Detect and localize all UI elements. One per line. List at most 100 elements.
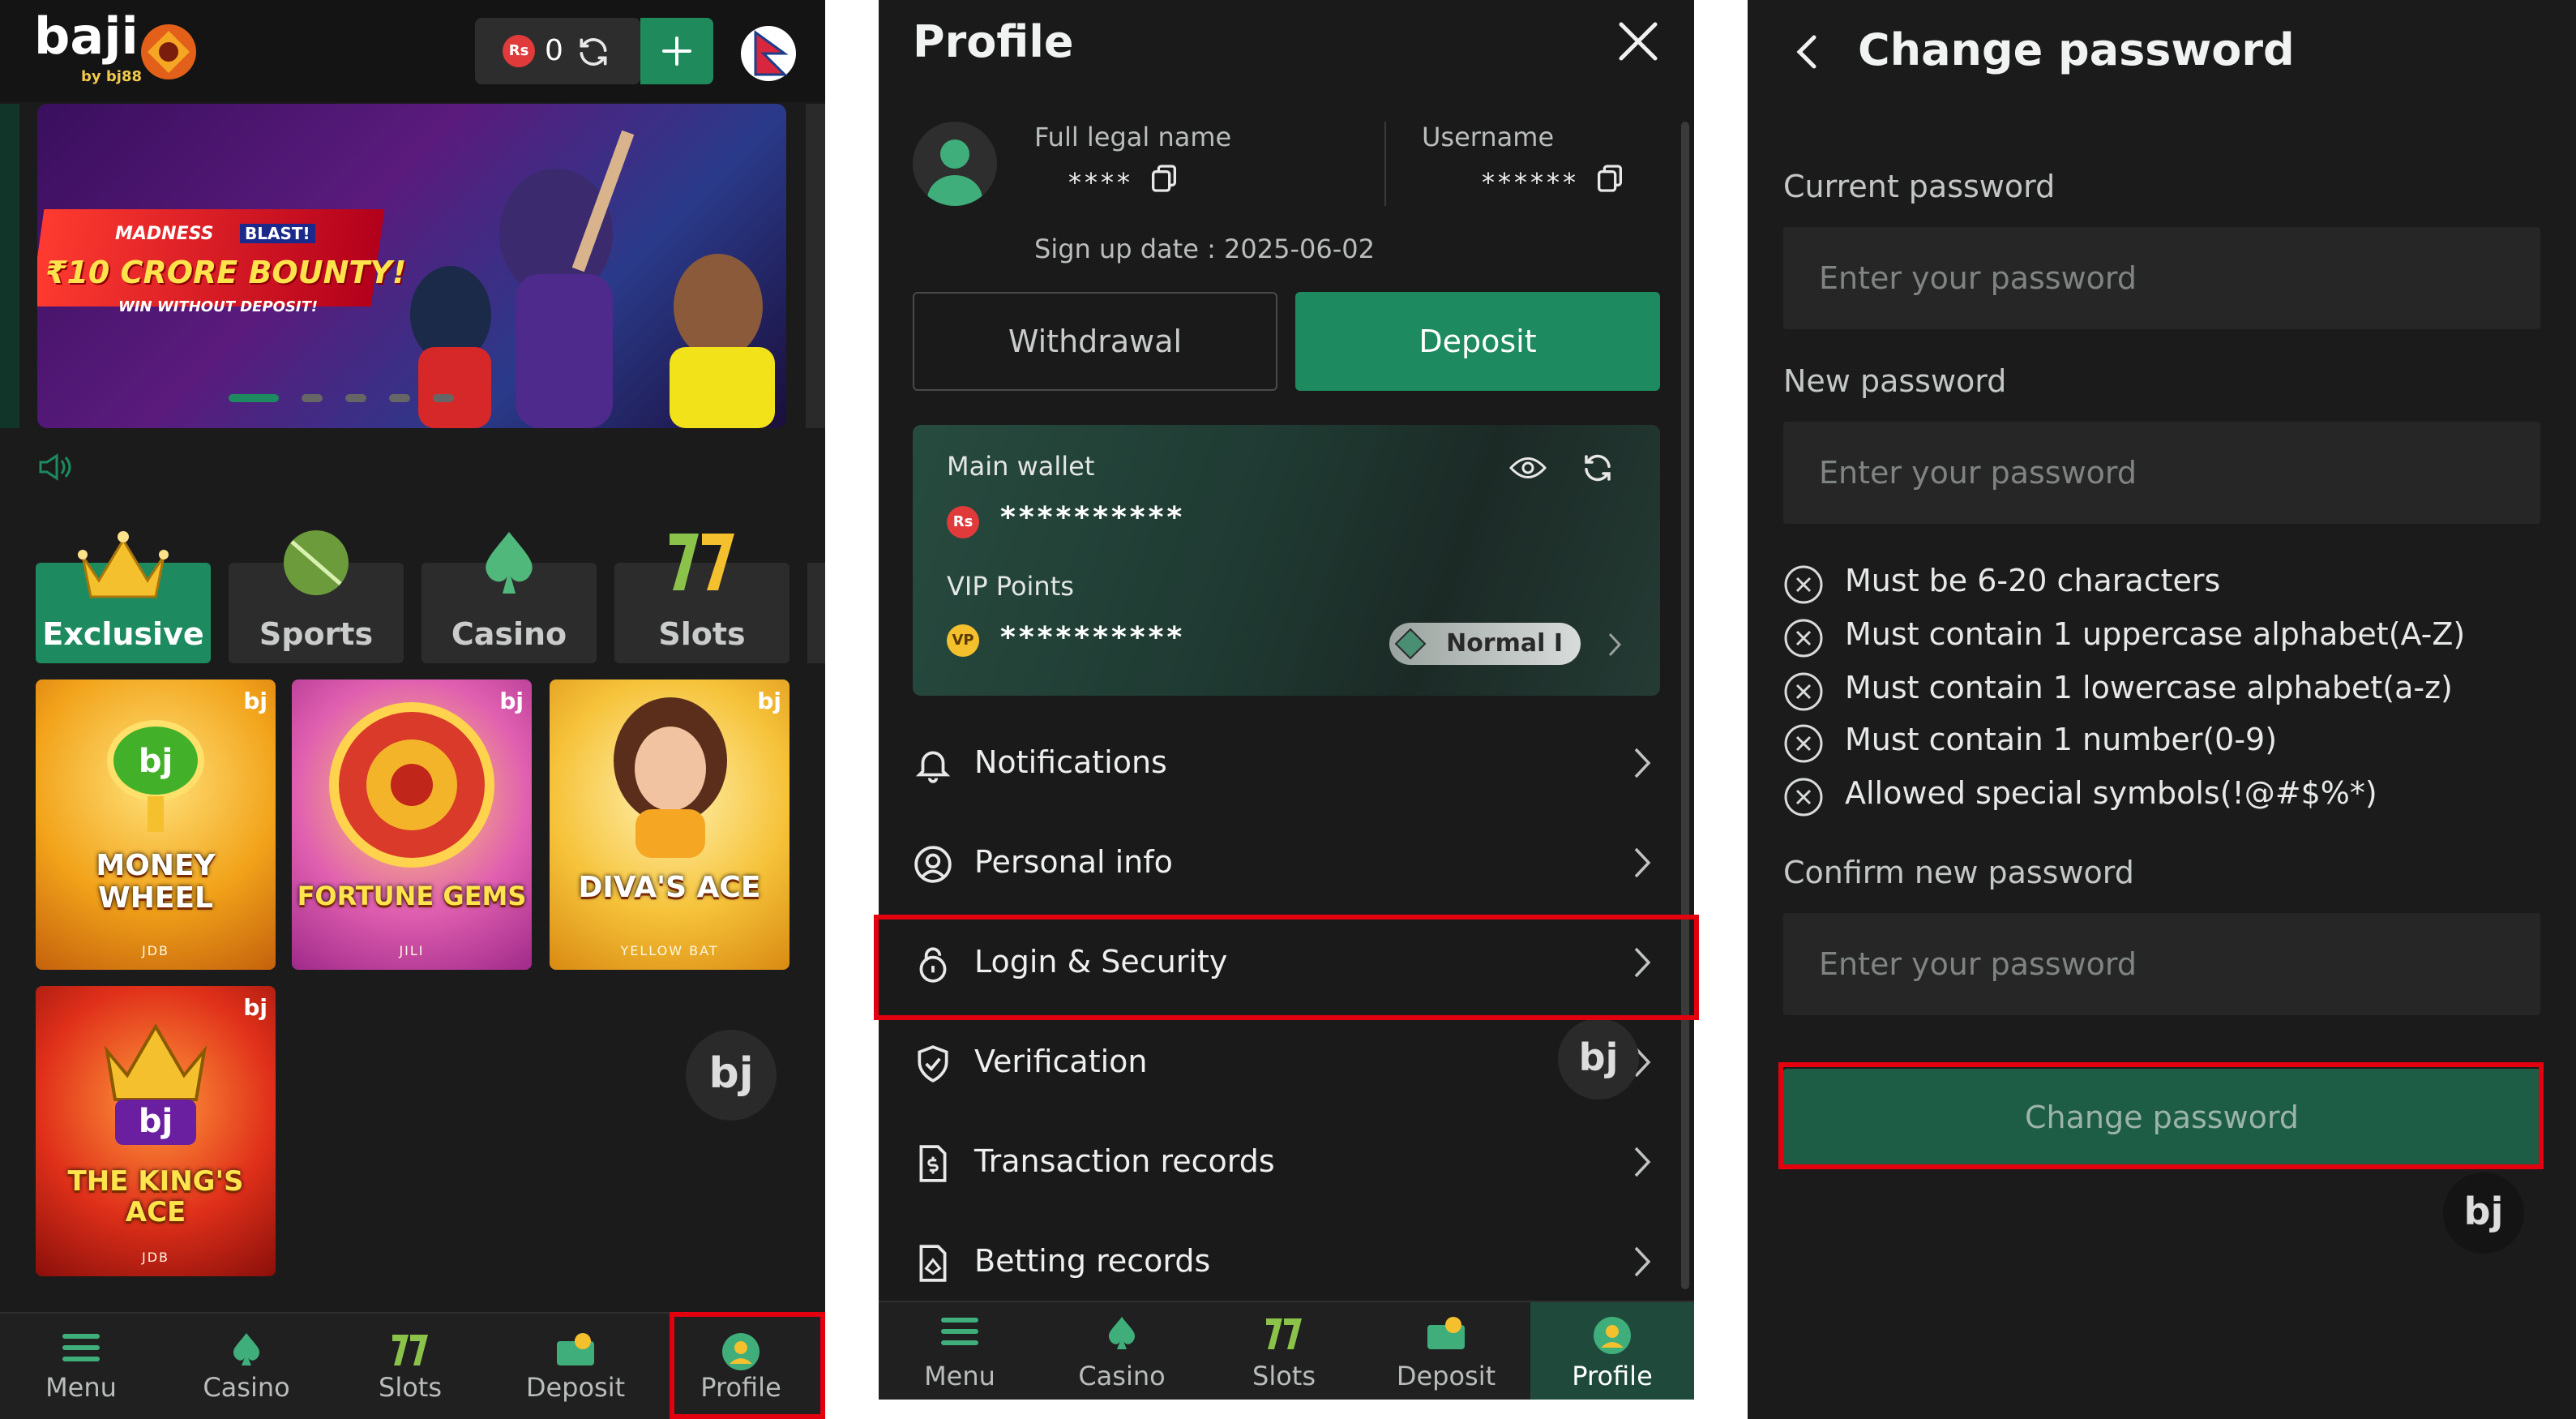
menu-item-betting-records[interactable]: Betting records	[913, 1212, 1660, 1311]
menu-label: Login & Security	[974, 944, 1228, 980]
bet-doc-icon	[919, 1245, 947, 1282]
baji-logo[interactable]: baji	[34, 6, 139, 66]
new-password-label: New password	[1783, 363, 2007, 399]
dollar-doc-icon	[919, 1145, 947, 1182]
eye-icon[interactable]	[1509, 454, 1547, 482]
carousel-dot[interactable]	[433, 394, 454, 402]
nav-casino[interactable]: Casino	[165, 1314, 327, 1419]
nav-deposit[interactable]: Deposit	[494, 1314, 657, 1419]
rule-text: Must contain 1 uppercase alphabet(A-Z)	[1845, 616, 2466, 652]
full-name-label: Full legal name	[1034, 122, 1232, 152]
nav-slots[interactable]: Slots	[329, 1314, 491, 1419]
bottom-nav: Menu Casino Slots Deposit Profile	[879, 1301, 1694, 1400]
avatar	[913, 122, 997, 206]
rule-text: Must contain 1 number(0-9)	[1845, 722, 2278, 757]
change-password-button[interactable]: Change password	[1783, 1069, 2540, 1166]
carousel-dot[interactable]	[302, 394, 323, 402]
close-icon[interactable]	[1616, 19, 1660, 63]
carousel-dot[interactable]	[345, 394, 366, 402]
game-card-divas-ace[interactable]: bj DIVA'S ACE YELLOW BAT	[550, 679, 789, 970]
banner-tag-blast: BLAST!	[240, 224, 315, 243]
wallet-card: Main wallet Rs ********** VIP Points VP …	[913, 425, 1660, 696]
carousel-dot[interactable]	[389, 394, 410, 402]
x-circle-icon	[1784, 565, 1823, 604]
game-title: DIVA'S ACE	[578, 871, 761, 904]
game-provider: JDB	[141, 1250, 169, 1265]
balance-amount: 0	[545, 34, 563, 67]
top-bar: baji by bj88 Rs 0	[0, 0, 825, 102]
vip-tier-badge[interactable]: Normal I	[1389, 623, 1581, 665]
new-password-input[interactable]	[1783, 422, 2540, 524]
chevron-right-icon	[1634, 1246, 1651, 1277]
copy-icon[interactable]	[1148, 162, 1180, 195]
withdrawal-button[interactable]: Withdrawal	[913, 292, 1277, 391]
nav-casino[interactable]: Casino	[1041, 1302, 1203, 1400]
menu-label: Verification	[974, 1044, 1148, 1079]
current-password-input[interactable]	[1783, 227, 2540, 329]
category-tab-peek	[807, 563, 825, 663]
chevron-right-icon	[1634, 1147, 1651, 1177]
confirm-password-input[interactable]	[1783, 913, 2540, 1015]
main-wallet-label: Main wallet	[947, 451, 1095, 482]
promo-banner[interactable]: MADNESS BLAST! ₹10 CRORE BOUNTY! WIN WIT…	[37, 104, 786, 428]
nav-slots[interactable]: Slots	[1203, 1302, 1365, 1400]
menu-item-transaction-records[interactable]: Transaction records	[913, 1112, 1660, 1211]
refresh-icon[interactable]	[1581, 451, 1615, 485]
menu-item-personal-info[interactable]: Personal info	[913, 813, 1660, 912]
floating-support-button[interactable]: bj	[1558, 1018, 1639, 1100]
nepal-flag-icon[interactable]	[739, 24, 798, 83]
plus-icon	[662, 36, 691, 66]
category-tab-sports[interactable]: Sports	[229, 530, 404, 663]
game-provider: JDB	[141, 943, 169, 958]
category-tab-exclusive[interactable]: Exclusive	[36, 531, 211, 663]
menu-label: Personal info	[974, 844, 1173, 880]
kings-ace-artwork: bj	[104, 1023, 208, 1145]
menu-item-notifications[interactable]: Notifications	[913, 714, 1660, 812]
copy-icon[interactable]	[1594, 162, 1626, 195]
game-title: FORTUNE GEMS	[297, 881, 527, 911]
bottom-nav: Menu Casino Slots Deposit Profile	[0, 1312, 825, 1419]
balance-widget: Rs 0	[475, 18, 640, 84]
rule-text: Allowed special symbols(!@#$%*)	[1845, 775, 2377, 811]
floating-support-button[interactable]: bj	[686, 1030, 777, 1121]
add-funds-button[interactable]	[640, 18, 713, 84]
nav-profile[interactable]: Profile	[660, 1314, 822, 1419]
x-circle-icon	[1784, 724, 1823, 763]
chevron-right-icon[interactable]	[1605, 631, 1624, 658]
cricket-ball-icon	[284, 530, 349, 595]
bj-badge: bj	[757, 688, 781, 714]
menu-item-verification[interactable]: Verification	[913, 1013, 1660, 1112]
nav-menu[interactable]: Menu	[879, 1302, 1041, 1400]
nav-label: Casino	[1078, 1361, 1166, 1391]
nav-profile[interactable]: Profile	[1530, 1302, 1694, 1400]
back-arrow-icon[interactable]	[1791, 32, 1821, 71]
floating-support-button[interactable]: bj	[2443, 1172, 2524, 1254]
refresh-icon[interactable]	[576, 34, 611, 70]
scrollbar[interactable]	[1681, 122, 1689, 1289]
casino-icon	[1108, 1317, 1136, 1349]
menu-label: Transaction records	[974, 1143, 1275, 1179]
username-label: Username	[1422, 122, 1555, 152]
game-provider: YELLOW BAT	[620, 943, 719, 958]
category-tab-slots[interactable]: Slots	[614, 534, 789, 663]
rule-text: Must contain 1 lowercase alphabet(a-z)	[1845, 670, 2453, 705]
nav-menu[interactable]: Menu	[0, 1314, 162, 1419]
nav-label: Profile	[700, 1372, 781, 1403]
divas-ace-artwork	[614, 697, 727, 858]
menu-item-login-security[interactable]: Login & Security	[913, 913, 1660, 1012]
banner-headline: ₹10 CRORE BOUNTY!	[45, 255, 407, 290]
menu-icon	[941, 1318, 978, 1345]
category-tab-casino[interactable]: Casino	[421, 532, 597, 663]
game-card-money-wheel[interactable]: bj bj MONEY WHEEL JDB	[36, 679, 276, 970]
game-title: MONEY WHEEL	[96, 849, 216, 915]
announcement-speaker-icon[interactable]	[36, 451, 75, 483]
nav-deposit[interactable]: Deposit	[1365, 1302, 1527, 1400]
team-emblem-icon	[141, 24, 196, 79]
carousel-dot-active[interactable]	[229, 394, 279, 402]
slots-icon	[1266, 1318, 1302, 1349]
game-card-fortune-gems[interactable]: bj FORTUNE GEMS JILI	[292, 679, 532, 970]
game-card-kings-ace[interactable]: bj bj THE KING'S ACE JDB	[36, 986, 276, 1276]
category-label: Exclusive	[42, 616, 204, 652]
vip-tier-label: Normal I	[1446, 629, 1563, 658]
deposit-button[interactable]: Deposit	[1295, 292, 1660, 391]
